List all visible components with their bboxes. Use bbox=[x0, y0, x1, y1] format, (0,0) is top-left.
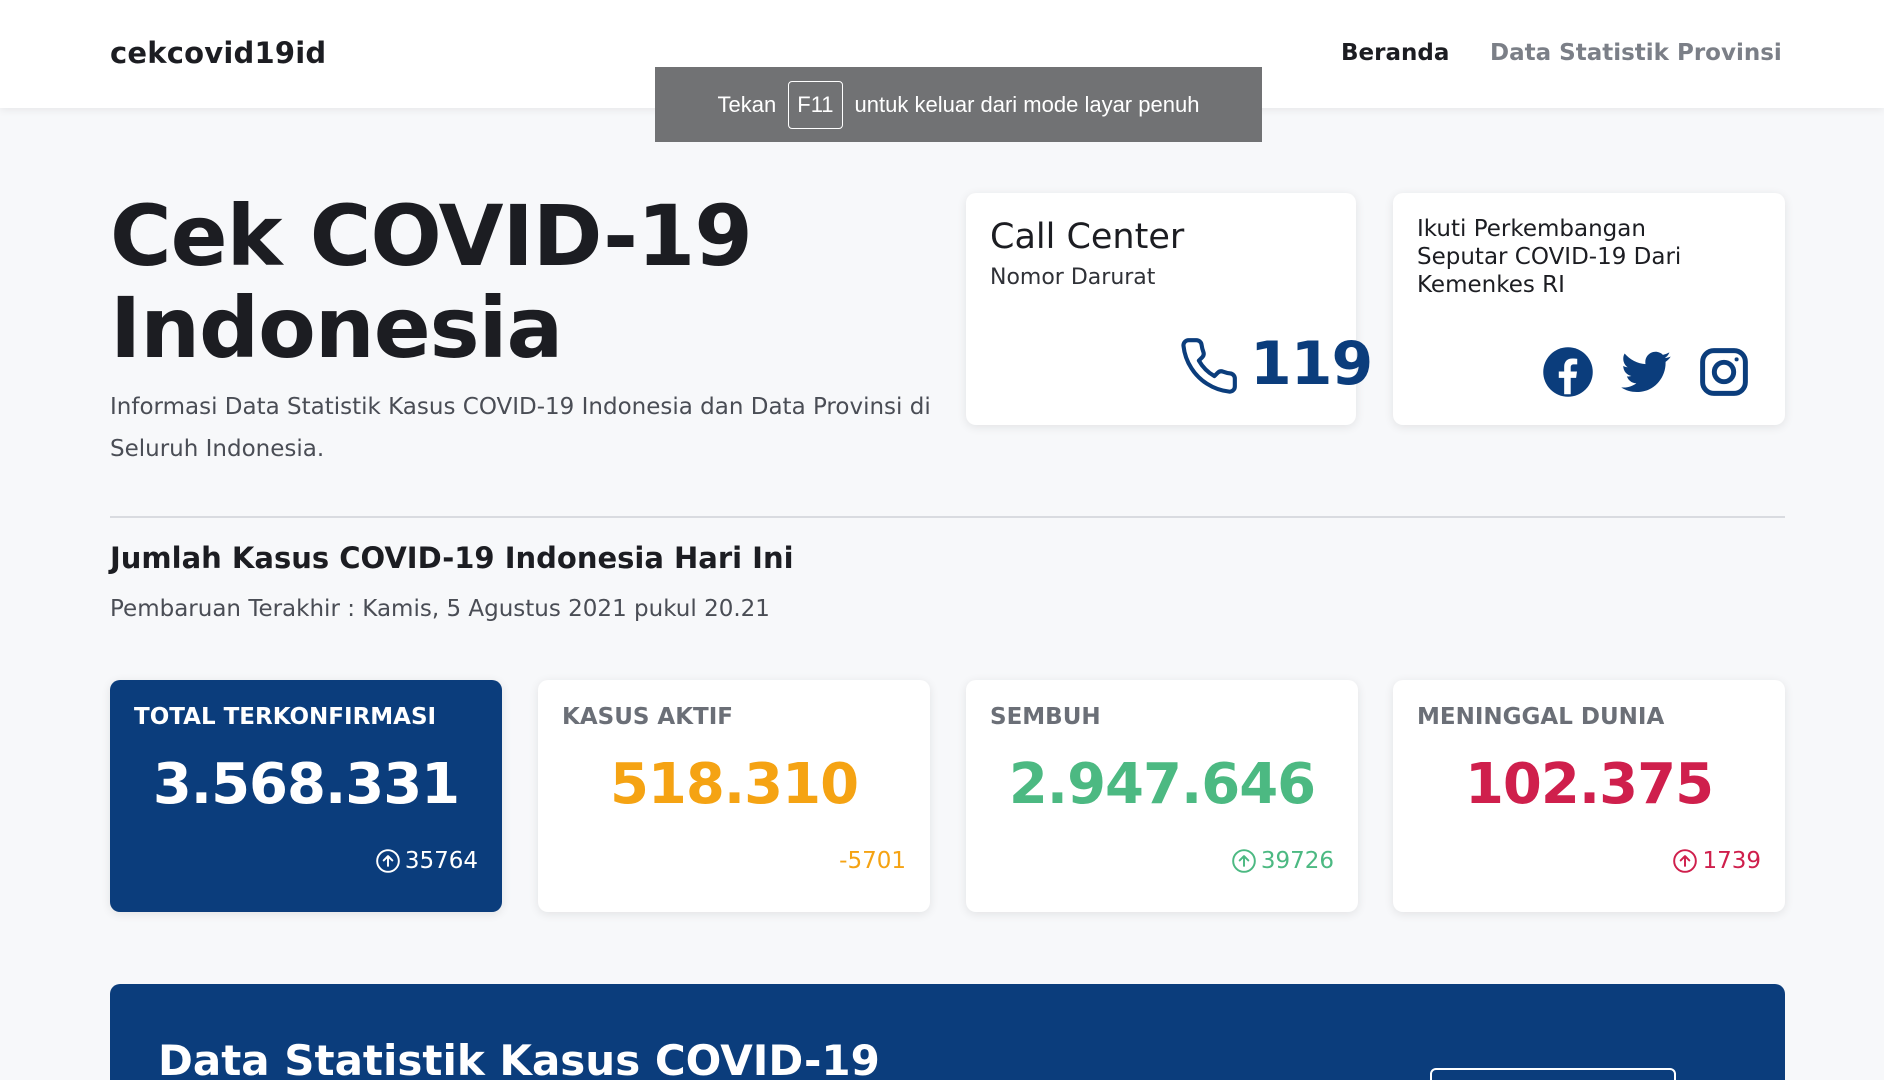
facebook-icon[interactable] bbox=[1541, 345, 1595, 399]
stat-card-recovered: SEMBUH 2.947.646 39726 bbox=[966, 680, 1358, 912]
stat-delta-value: 39726 bbox=[1260, 848, 1334, 874]
section-divider bbox=[110, 516, 1785, 518]
follow-text: Ikuti Perkembangan Seputar COVID-19 Dari… bbox=[1417, 216, 1682, 298]
stat-label: MENINGGAL DUNIA bbox=[1417, 704, 1665, 730]
stat-delta-value: -5701 bbox=[839, 848, 906, 874]
stat-delta-value: 1739 bbox=[1702, 848, 1761, 874]
stat-label: TOTAL TERKONFIRMASI bbox=[134, 704, 437, 730]
stat-delta: 39726 bbox=[1231, 848, 1334, 874]
twitter-icon[interactable] bbox=[1619, 345, 1673, 399]
page-subtitle: Informasi Data Statistik Kasus COVID-19 … bbox=[110, 394, 931, 462]
call-center-subtitle: Nomor Darurat bbox=[990, 265, 1156, 290]
instagram-icon[interactable] bbox=[1697, 345, 1751, 399]
banner-title: Data Statistik Kasus COVID-19 bbox=[158, 1036, 880, 1080]
stat-card-total-confirmed: TOTAL TERKONFIRMASI 3.568.331 35764 bbox=[110, 680, 502, 912]
stat-label: SEMBUH bbox=[990, 704, 1101, 730]
arrow-up-circle-icon bbox=[1232, 849, 1256, 873]
call-center-title: Call Center bbox=[990, 217, 1185, 257]
social-follow-card: Ikuti Perkembangan Seputar COVID-19 Dari… bbox=[1393, 193, 1785, 425]
stat-value: 3.568.331 bbox=[152, 752, 460, 817]
arrow-up-circle-icon bbox=[376, 849, 400, 873]
toast-suffix: untuk keluar dari mode layar penuh bbox=[854, 91, 1200, 117]
stat-delta: 35764 bbox=[375, 848, 478, 874]
stat-card-deaths: MENINGGAL DUNIA 102.375 1739 bbox=[1393, 680, 1785, 912]
stat-value: 2.947.646 bbox=[1008, 752, 1316, 817]
banner-button[interactable] bbox=[1430, 1068, 1676, 1080]
statistics-banner: Data Statistik Kasus COVID-19 bbox=[110, 984, 1785, 1080]
stat-value: 102.375 bbox=[1464, 752, 1714, 817]
stat-delta: 1739 bbox=[1672, 848, 1761, 874]
stat-label: KASUS AKTIF bbox=[562, 704, 734, 730]
stat-delta: -5701 bbox=[839, 848, 906, 874]
stat-delta-value: 35764 bbox=[404, 848, 478, 874]
stat-value: 518.310 bbox=[609, 752, 859, 817]
stat-card-active-cases: KASUS AKTIF 518.310 -5701 bbox=[538, 680, 930, 912]
cases-section-title: Jumlah Kasus COVID-19 Indonesia Hari Ini bbox=[110, 541, 794, 575]
phone-icon bbox=[1181, 338, 1237, 394]
nav-link-beranda[interactable]: Beranda bbox=[1341, 40, 1449, 66]
toast-key: F11 bbox=[788, 80, 843, 129]
toast-prefix: Tekan bbox=[717, 91, 777, 117]
last-updated-text: Pembaruan Terakhir : Kamis, 5 Agustus 20… bbox=[110, 596, 770, 622]
fullscreen-exit-toast: Tekan F11 untuk keluar dari mode layar p… bbox=[655, 67, 1262, 142]
call-center-card: Call Center Nomor Darurat 119 bbox=[966, 193, 1373, 425]
page-title: Cek COVID-19 Indonesia bbox=[110, 187, 753, 377]
nav-link-data-statistik-provinsi[interactable]: Data Statistik Provinsi bbox=[1490, 40, 1782, 66]
arrow-up-circle-icon bbox=[1673, 849, 1698, 873]
brand-logo[interactable]: cekcovid19id bbox=[110, 36, 326, 70]
call-center-number[interactable]: 119 bbox=[1250, 329, 1373, 399]
